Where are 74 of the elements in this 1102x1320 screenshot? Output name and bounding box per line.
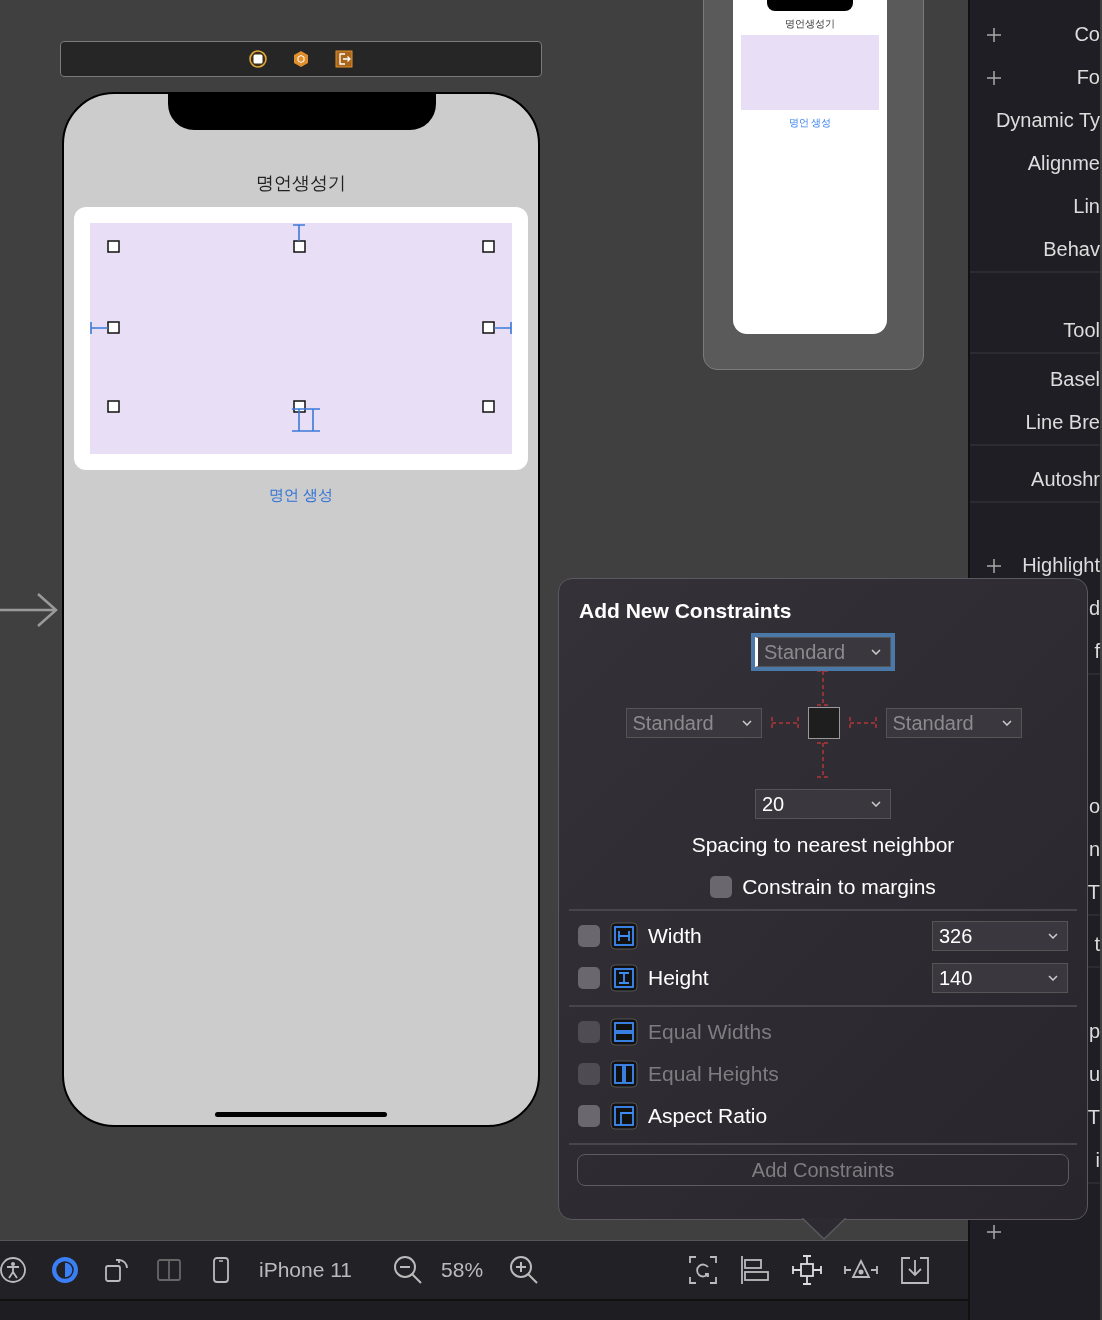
inspector-label: d [1088, 597, 1100, 620]
leading-spacing-field[interactable]: Standard [625, 708, 762, 738]
chevron-icon [1048, 933, 1058, 939]
plus-icon[interactable] [986, 1223, 1002, 1240]
checkbox[interactable] [578, 1105, 600, 1127]
inspector-label: p [1088, 1020, 1100, 1043]
equal-heights-icon [610, 1060, 638, 1088]
view-square [807, 707, 840, 739]
bottom-spacing-field[interactable]: 20 [755, 789, 891, 819]
checkbox-label: Constrain to margins [742, 875, 936, 899]
plus-icon[interactable] [986, 26, 1002, 43]
plus-icon[interactable] [986, 69, 1002, 86]
inspector-label: Alignme [1027, 152, 1100, 175]
chevron-icon [871, 801, 881, 807]
exit-icon[interactable] [334, 49, 354, 69]
inspector-label: Basel [1049, 368, 1100, 391]
split-view-icon[interactable] [155, 1256, 183, 1284]
inspector-label: Dynamic Ty [995, 109, 1100, 132]
height-icon [610, 964, 638, 992]
inspector-label: T [1087, 881, 1100, 904]
zoom-out-icon[interactable] [393, 1255, 424, 1285]
plus-icon[interactable] [986, 557, 1002, 574]
inspector-label: Fo [1076, 66, 1100, 89]
inspector-label: Tool [1063, 319, 1100, 342]
accessibility-icon[interactable] [0, 1256, 27, 1284]
chevron-icon [741, 720, 752, 726]
aspect-ratio-icon [610, 1102, 638, 1130]
cube-icon[interactable] [291, 49, 311, 69]
inspector-label: n [1088, 838, 1100, 861]
update-frames-icon[interactable] [688, 1255, 718, 1285]
inspector-label: o [1088, 795, 1100, 818]
trailing-spacing-field[interactable]: Standard [885, 708, 1022, 738]
spacing-caption: Spacing to nearest neighbor [691, 833, 955, 857]
inspector-label: Behav [1043, 238, 1100, 261]
screen-title: 명언생성기 [256, 172, 346, 194]
screen-title: 명언생성기 [785, 17, 835, 31]
inspector-label: f [1094, 640, 1100, 663]
size-dropdown[interactable]: 326 [932, 921, 1068, 951]
device-selector[interactable]: iPhone 11 [259, 1258, 353, 1282]
constraint-label: Width [648, 924, 702, 948]
zoom-in-icon[interactable] [509, 1255, 540, 1285]
inspector-label: Line Bre [1025, 411, 1100, 434]
checkbox[interactable] [578, 925, 600, 947]
inspector-label: Lin [1073, 195, 1100, 218]
inspector-label: t [1094, 933, 1100, 956]
constraint-label: Aspect Ratio [648, 1104, 768, 1128]
entry-arrow [0, 590, 60, 630]
inspector-label: Highlight [1022, 554, 1100, 577]
inspector-label: Autoshr [1031, 468, 1100, 491]
equal-widths-icon [610, 1018, 638, 1046]
checkbox[interactable] [710, 876, 733, 898]
checkbox[interactable] [578, 967, 600, 989]
align-icon[interactable] [740, 1255, 770, 1285]
inspector-label: Co [1074, 23, 1100, 46]
width-icon [610, 922, 638, 950]
popover-title: Add New Constraints [579, 599, 792, 623]
appearance-icon[interactable] [51, 1256, 79, 1284]
view-controller-icon[interactable] [248, 49, 268, 69]
size-dropdown[interactable]: 140 [932, 963, 1068, 993]
embed-icon[interactable] [900, 1255, 930, 1285]
chevron-icon [1048, 975, 1058, 981]
constraint-label: Equal Widths [648, 1020, 772, 1044]
constraint-label: Equal Heights [648, 1062, 779, 1086]
chevron-icon [871, 649, 881, 655]
zoom-level: 58% [441, 1258, 484, 1282]
top-spacing-field[interactable]: Standard [755, 637, 891, 667]
chevron-icon [1001, 720, 1012, 726]
inspector-label: T [1087, 1106, 1100, 1129]
add-constraints-icon[interactable] [792, 1255, 822, 1285]
constraint-label: Height [648, 966, 709, 990]
button-label: 명언 생성 [788, 116, 832, 130]
rotate-icon[interactable] [103, 1256, 131, 1284]
inspector-label: u [1088, 1063, 1100, 1086]
inspector-label: i [1095, 1149, 1100, 1172]
